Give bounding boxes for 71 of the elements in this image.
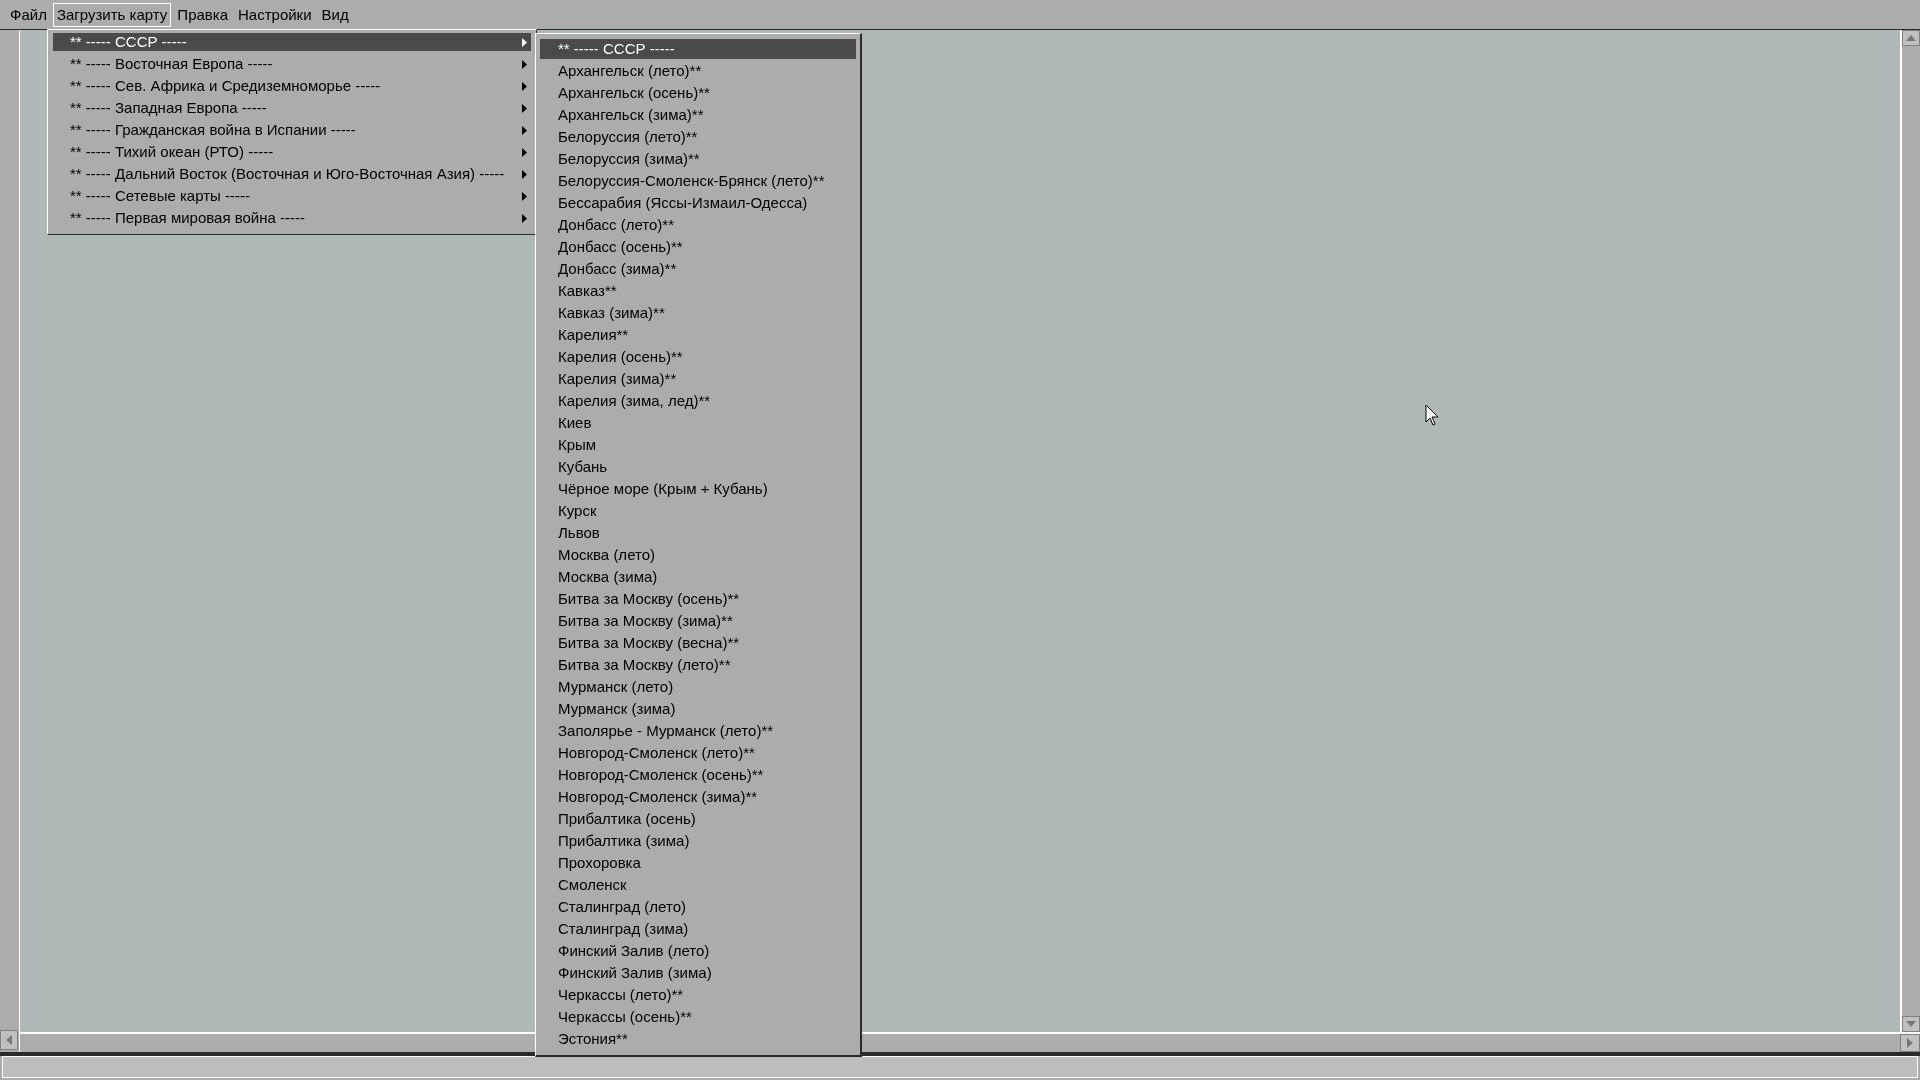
menu-item[interactable]: Финский Залив (лето) (540, 941, 856, 961)
menu-item[interactable]: Москва (зима) (540, 567, 856, 587)
menu-item[interactable]: Кавказ (зима)** (540, 303, 856, 323)
menu-item[interactable]: Донбасс (зима)** (540, 259, 856, 279)
menu-item[interactable]: Кавказ** (540, 281, 856, 301)
menu-item[interactable]: Белоруссия (лето)** (540, 127, 856, 147)
menu-item[interactable]: Белоруссия (зима)** (540, 149, 856, 169)
scroll-right-button[interactable] (1900, 1034, 1920, 1052)
menu-item[interactable]: Бессарабия (Яссы-Измаил-Одесса) (540, 193, 856, 213)
menu-item[interactable]: Прохоровка (540, 853, 856, 873)
menu-item[interactable]: ** ----- Сетевые карты ----- (53, 187, 531, 205)
menu-item[interactable]: ** ----- Первая мировая война ----- (53, 209, 531, 227)
menu-item[interactable]: Загрузить карту (52, 2, 172, 27)
menu-item[interactable]: Архангельск (лето)** (540, 61, 856, 81)
menu-item[interactable]: Мурманск (лето) (540, 677, 856, 697)
menu-item[interactable]: Белоруссия-Смоленск-Брянск (лето)** (540, 171, 856, 191)
menu-item[interactable]: Прибалтика (осень) (540, 809, 856, 829)
up-arrow-icon (1906, 35, 1916, 41)
menu-item[interactable]: Черкассы (лето)** (540, 985, 856, 1005)
menu-item[interactable]: Настройки (234, 2, 316, 27)
vertical-scrollbar[interactable] (0, 30, 20, 1052)
right-arrow-icon (1906, 1038, 1914, 1048)
menu-item[interactable]: ** ----- Восточная Европа ----- (53, 55, 531, 73)
cursor-icon (1425, 404, 1439, 426)
menu-item[interactable]: ** ----- Дальний Восток (Восточная и Юго-Восточная Азия) ----- (53, 165, 531, 183)
left-arrow-icon (5, 1035, 13, 1045)
menu-item[interactable]: Черкассы (осень)** (540, 1007, 856, 1027)
menu-item[interactable]: ** ----- СССР ----- (53, 33, 531, 51)
menu-item[interactable]: Новгород-Смоленск (осень)** (540, 765, 856, 785)
menu-item[interactable]: Сталинград (зима) (540, 919, 856, 939)
menu-item[interactable]: Новгород-Смоленск (лето)** (540, 743, 856, 763)
menu-item[interactable]: Карелия (осень)** (540, 347, 856, 367)
menu-item[interactable]: Битва за Москву (зима)** (540, 611, 856, 631)
menu-item[interactable]: Курск (540, 501, 856, 521)
scroll-up-button[interactable] (1902, 30, 1920, 46)
menu-item[interactable]: Карелия (зима)** (540, 369, 856, 389)
menu-item[interactable]: ** ----- Тихий океан (РТО) ----- (53, 143, 531, 161)
menu-item[interactable]: Львов (540, 523, 856, 543)
menu-item[interactable]: Битва за Москву (лето)** (540, 655, 856, 675)
scroll-left-button[interactable] (0, 1030, 18, 1050)
menu-item[interactable]: Донбасс (лето)** (540, 215, 856, 235)
menu-item[interactable]: Архангельск (осень)** (540, 83, 856, 103)
menu-item[interactable]: Правка (173, 2, 232, 27)
menu-item[interactable]: Архангельск (зима)** (540, 105, 856, 125)
menu-item[interactable]: Битва за Москву (осень)** (540, 589, 856, 609)
menu-item[interactable]: Эстония** (540, 1029, 856, 1049)
menu-item[interactable]: Карелия (зима, лед)** (540, 391, 856, 411)
menu-item[interactable]: ** ----- Западная Европа ----- (53, 99, 531, 117)
menu-item[interactable]: Донбасс (осень)** (540, 237, 856, 257)
menu-item[interactable]: ** ----- Сев. Африка и Средиземноморье ----- (53, 77, 531, 95)
down-arrow-icon (1906, 1021, 1916, 1027)
menu-item[interactable]: Москва (лето) (540, 545, 856, 565)
menu-item[interactable]: Заполярье - Мурманск (лето)** (540, 721, 856, 741)
vertical-scrollbar[interactable] (1900, 30, 1920, 1032)
menu-item[interactable]: Смоленск (540, 875, 856, 895)
menu-item[interactable]: Кубань (540, 457, 856, 477)
scroll-down-button[interactable] (1902, 1016, 1920, 1032)
menu-item[interactable]: Вид (317, 2, 353, 27)
menu-item[interactable]: ** ----- СССР ----- (540, 39, 856, 59)
menu-item[interactable]: Сталинград (лето) (540, 897, 856, 917)
menu-item[interactable]: Карелия** (540, 325, 856, 345)
menu-item[interactable]: Мурманск (зима) (540, 699, 856, 719)
menu-item[interactable]: Чёрное море (Крым + Кубань) (540, 479, 856, 499)
menu-item[interactable]: ** ----- Гражданская война в Испании ----- (53, 121, 531, 139)
menu-item[interactable]: Киев (540, 413, 856, 433)
menu-item[interactable]: Финский Залив (зима) (540, 963, 856, 983)
menu-item[interactable]: Битва за Москву (весна)** (540, 633, 856, 653)
menu-item[interactable]: Новгород-Смоленск (зима)** (540, 787, 856, 807)
menu-item[interactable]: Крым (540, 435, 856, 455)
menu-item[interactable]: Файл (6, 2, 51, 27)
menu-item[interactable]: Прибалтика (зима) (540, 831, 856, 851)
